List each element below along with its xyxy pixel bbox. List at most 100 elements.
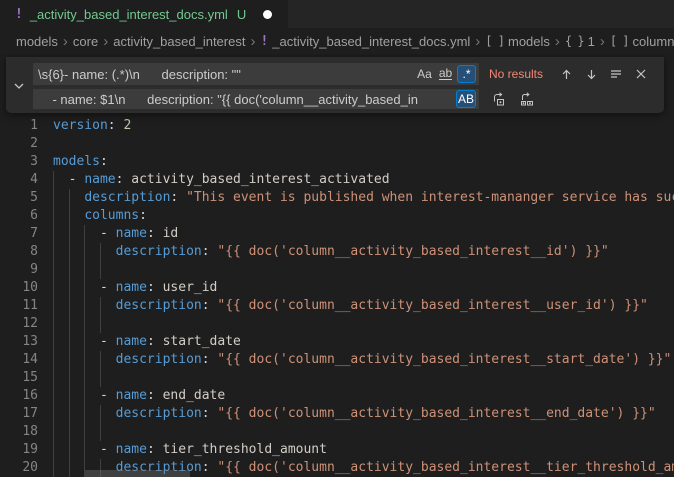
code-text: description: "{{ doc('column__activity_b… <box>53 351 671 369</box>
indent-guide <box>53 333 54 351</box>
code-text: models: <box>53 153 108 171</box>
line-number: 17 <box>0 405 38 423</box>
breadcrumb-label: activity_based_interest <box>113 34 245 49</box>
indent-guide <box>69 459 70 477</box>
breadcrumb-item[interactable]: !_activity_based_interest_docs.yml <box>260 34 470 49</box>
indent-guide <box>69 189 70 207</box>
line-number: 7 <box>0 225 38 243</box>
code-line[interactable]: 13 - name: start_date <box>0 333 674 351</box>
indent-guide <box>53 279 54 297</box>
breadcrumb-item[interactable]: [ ]models <box>485 34 550 49</box>
tab-bar: ! _activity_based_interest_docs.yml U <box>0 0 674 28</box>
code-line[interactable]: 1version: 2 <box>0 117 674 135</box>
indent-guide <box>69 441 70 459</box>
next-match-button[interactable] <box>582 65 600 83</box>
code-line[interactable]: 11 description: "{{ doc('column__activit… <box>0 297 674 315</box>
horizontal-scrollbar-thumb[interactable] <box>85 470 190 477</box>
code-line[interactable]: 9 <box>0 261 674 279</box>
indent-guide <box>53 261 54 279</box>
yaml-file-icon: ! <box>15 7 23 22</box>
line-number: 11 <box>0 297 38 315</box>
indent-guide <box>84 405 85 423</box>
replace-buttons <box>490 89 536 109</box>
code-line[interactable]: 8 description: "{{ doc('column__activity… <box>0 243 674 261</box>
code-line[interactable]: 16 - name: end_date <box>0 387 674 405</box>
breadcrumb-label: core <box>73 34 98 49</box>
indent-guide <box>100 243 101 261</box>
breadcrumb-separator-icon: › <box>250 34 255 49</box>
symbol-kind-icon: { } <box>565 34 584 48</box>
indent-guide <box>69 351 70 369</box>
tab-active-file[interactable]: ! _activity_based_interest_docs.yml U <box>0 0 288 28</box>
indent-guide <box>53 423 54 441</box>
breadcrumb-label: _activity_based_interest_docs.yml <box>272 34 470 49</box>
arrow-down-icon <box>585 68 598 81</box>
line-number: 14 <box>0 351 38 369</box>
line-number: 1 <box>0 117 38 135</box>
breadcrumb: models › core › activity_based_interest › !_ac… <box>0 28 674 54</box>
close-find-button[interactable] <box>632 65 650 83</box>
breadcrumb-item[interactable]: { }1 <box>565 34 595 49</box>
code-text: - name: user_id <box>53 279 217 297</box>
line-number: 5 <box>0 189 38 207</box>
indent-guide <box>53 315 54 333</box>
code-text: - name: id <box>53 225 178 243</box>
code-text: - name: end_date <box>53 387 225 405</box>
code-text: - name: tier_threshold_amount <box>53 441 327 459</box>
code-line[interactable]: 2 <box>0 135 674 153</box>
line-number: 2 <box>0 135 38 153</box>
breadcrumb-item[interactable]: models <box>16 34 58 49</box>
code-line[interactable]: 18 <box>0 423 674 441</box>
replace-all-button[interactable] <box>518 90 536 108</box>
code-line[interactable]: 6 columns: <box>0 207 674 225</box>
code-line[interactable]: 19 - name: tier_threshold_amount <box>0 441 674 459</box>
breadcrumb-item[interactable]: core <box>73 34 98 49</box>
line-number: 18 <box>0 423 38 441</box>
previous-match-button[interactable] <box>557 65 575 83</box>
code-line[interactable]: 3models: <box>0 153 674 171</box>
code-line[interactable]: 4 - name: activity_based_interest_activa… <box>0 171 674 189</box>
symbol-kind-icon: [ ] <box>485 34 504 48</box>
find-input[interactable] <box>33 63 479 85</box>
breadcrumb-separator-icon: › <box>103 34 108 49</box>
code-line[interactable]: 7 - name: id <box>0 225 674 243</box>
breadcrumb-item[interactable]: activity_based_interest <box>113 34 245 49</box>
indent-guide <box>69 243 70 261</box>
code-line[interactable]: 5 description: "This event is published … <box>0 189 674 207</box>
find-results-count: No results <box>489 63 543 85</box>
code-editor[interactable]: 1version: 223models:4 - name: activity_b… <box>0 54 674 477</box>
indent-guide <box>84 333 85 351</box>
breadcrumb-item[interactable]: [ ]columns <box>610 34 674 49</box>
indent-guide <box>100 315 101 333</box>
regex-toggle[interactable]: .* <box>457 65 476 83</box>
breadcrumb-separator-icon: › <box>475 34 480 49</box>
modified-indicator-dot[interactable] <box>263 10 272 19</box>
preserve-case-toggle[interactable]: AB <box>456 90 476 108</box>
indent-guide <box>53 459 54 477</box>
code-line[interactable]: 15 <box>0 369 674 387</box>
collapse-replace-button[interactable] <box>11 78 27 94</box>
indent-guide <box>84 387 85 405</box>
code-line[interactable]: 12 <box>0 315 674 333</box>
indent-guide <box>53 405 54 423</box>
indent-guide <box>53 207 54 225</box>
chevron-down-icon <box>12 79 26 93</box>
whole-word-toggle[interactable]: ab <box>436 65 455 83</box>
code-line[interactable]: 10 - name: user_id <box>0 279 674 297</box>
find-in-selection-button[interactable] <box>607 65 625 83</box>
indent-guide <box>53 369 54 387</box>
match-case-toggle[interactable]: Aa <box>415 65 434 83</box>
replace-button[interactable] <box>490 90 508 108</box>
line-number: 15 <box>0 369 38 387</box>
indent-guide <box>100 261 101 279</box>
code-lines: 1version: 223models:4 - name: activity_b… <box>0 117 674 477</box>
line-number: 16 <box>0 387 38 405</box>
indent-guide <box>100 423 101 441</box>
indent-guide <box>100 405 101 423</box>
breadcrumb-separator-icon: › <box>63 34 68 49</box>
code-line[interactable]: 17 description: "{{ doc('column__activit… <box>0 405 674 423</box>
indent-guide <box>84 315 85 333</box>
code-line[interactable]: 14 description: "{{ doc('column__activit… <box>0 351 674 369</box>
replace-all-icon <box>519 91 535 107</box>
replace-input[interactable] <box>33 89 479 109</box>
